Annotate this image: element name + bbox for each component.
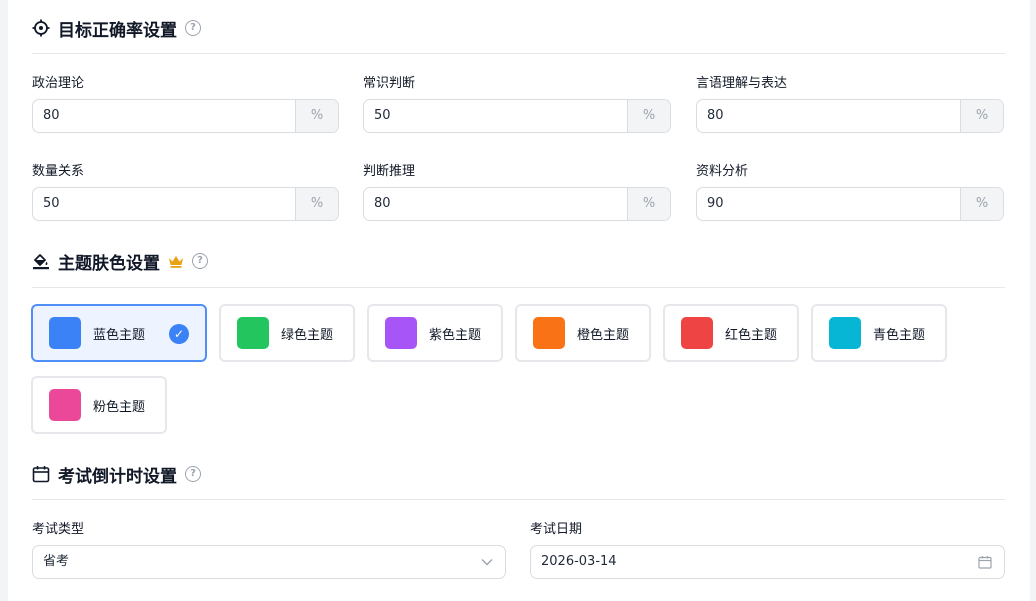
input-value[interactable]: 50: [364, 100, 627, 132]
exam-date-picker[interactable]: 2026-03-14: [530, 545, 1005, 579]
theme-option-label: 绿色主题: [281, 327, 334, 343]
chevron-down-icon: [481, 559, 493, 566]
input-value[interactable]: 80: [697, 100, 960, 132]
field-label-verbal: 言语理解与表达: [696, 76, 788, 91]
politics-accuracy-input[interactable]: 80 %: [32, 99, 339, 133]
percent-suffix: %: [960, 188, 1003, 220]
input-value[interactable]: 80: [33, 100, 295, 132]
percent-suffix: %: [627, 188, 670, 220]
data-analysis-accuracy-input[interactable]: 90 %: [696, 187, 1004, 221]
color-swatch: [49, 317, 81, 349]
theme-title: 主题肤色设置: [58, 253, 160, 274]
help-icon[interactable]: ?: [185, 20, 201, 36]
reasoning-accuracy-input[interactable]: 80 %: [363, 187, 671, 221]
divider: [32, 53, 1005, 54]
theme-option-label: 青色主题: [873, 327, 926, 343]
exam-date-value: 2026-03-14: [541, 554, 617, 569]
exam-section-header: 考试倒计时设置 ?: [32, 462, 201, 487]
divider: [32, 499, 1005, 500]
quantitative-accuracy-input[interactable]: 50 %: [32, 187, 339, 221]
theme-option-card[interactable]: 红色主题: [663, 304, 799, 362]
divider: [32, 287, 1005, 288]
exam-type-value: 省考: [43, 554, 70, 569]
calendar-icon: [32, 466, 50, 483]
theme-option-label: 紫色主题: [429, 327, 482, 343]
theme-option-card[interactable]: 青色主题: [811, 304, 947, 362]
theme-option-label: 红色主题: [725, 327, 778, 343]
field-label-data-analysis: 资料分析: [696, 164, 749, 179]
field-label-common-sense: 常识判断: [363, 76, 416, 91]
settings-panel: 目标正确率设置 ? 政治理论 80 % 常识判断 50 % 言语理解与表达 80…: [8, 0, 1030, 601]
percent-suffix: %: [295, 100, 338, 132]
input-value[interactable]: 50: [33, 188, 295, 220]
theme-section-header: 主题肤色设置 ?: [32, 249, 208, 274]
theme-option-card[interactable]: 橙色主题: [515, 304, 651, 362]
exam-date-label: 考试日期: [530, 522, 583, 537]
field-label-reasoning: 判断推理: [363, 164, 416, 179]
exam-type-select[interactable]: 省考: [32, 545, 506, 579]
theme-option-label: 粉色主题: [93, 399, 146, 415]
input-value[interactable]: 80: [364, 188, 627, 220]
theme-option-card[interactable]: 绿色主题: [219, 304, 355, 362]
field-label-politics: 政治理论: [32, 76, 85, 91]
common-sense-accuracy-input[interactable]: 50 %: [363, 99, 671, 133]
theme-option-card[interactable]: 粉色主题: [31, 376, 167, 434]
exam-title: 考试倒计时设置: [58, 466, 177, 487]
input-value[interactable]: 90: [697, 188, 960, 220]
color-swatch: [829, 317, 861, 349]
crown-icon: [169, 256, 183, 268]
accuracy-section-header: 目标正确率设置 ?: [32, 16, 201, 41]
percent-suffix: %: [960, 100, 1003, 132]
accuracy-title: 目标正确率设置: [58, 20, 177, 41]
color-swatch: [49, 389, 81, 421]
color-swatch: [237, 317, 269, 349]
verbal-accuracy-input[interactable]: 80 %: [696, 99, 1004, 133]
percent-suffix: %: [627, 100, 670, 132]
help-icon[interactable]: ?: [185, 466, 201, 482]
color-swatch: [385, 317, 417, 349]
target-icon: [32, 19, 50, 37]
color-swatch: [533, 317, 565, 349]
calendar-icon[interactable]: [978, 555, 992, 569]
theme-option-label: 蓝色主题: [93, 327, 146, 343]
percent-suffix: %: [295, 188, 338, 220]
field-label-quantitative: 数量关系: [32, 164, 85, 179]
theme-option-card[interactable]: 紫色主题: [367, 304, 503, 362]
theme-option-label: 橙色主题: [577, 327, 630, 343]
paint-bucket-icon: [33, 254, 49, 270]
theme-option-card[interactable]: 蓝色主题 ✓: [31, 304, 207, 362]
exam-type-label: 考试类型: [32, 522, 85, 537]
help-icon[interactable]: ?: [192, 253, 208, 269]
check-icon: ✓: [169, 324, 189, 344]
color-swatch: [681, 317, 713, 349]
